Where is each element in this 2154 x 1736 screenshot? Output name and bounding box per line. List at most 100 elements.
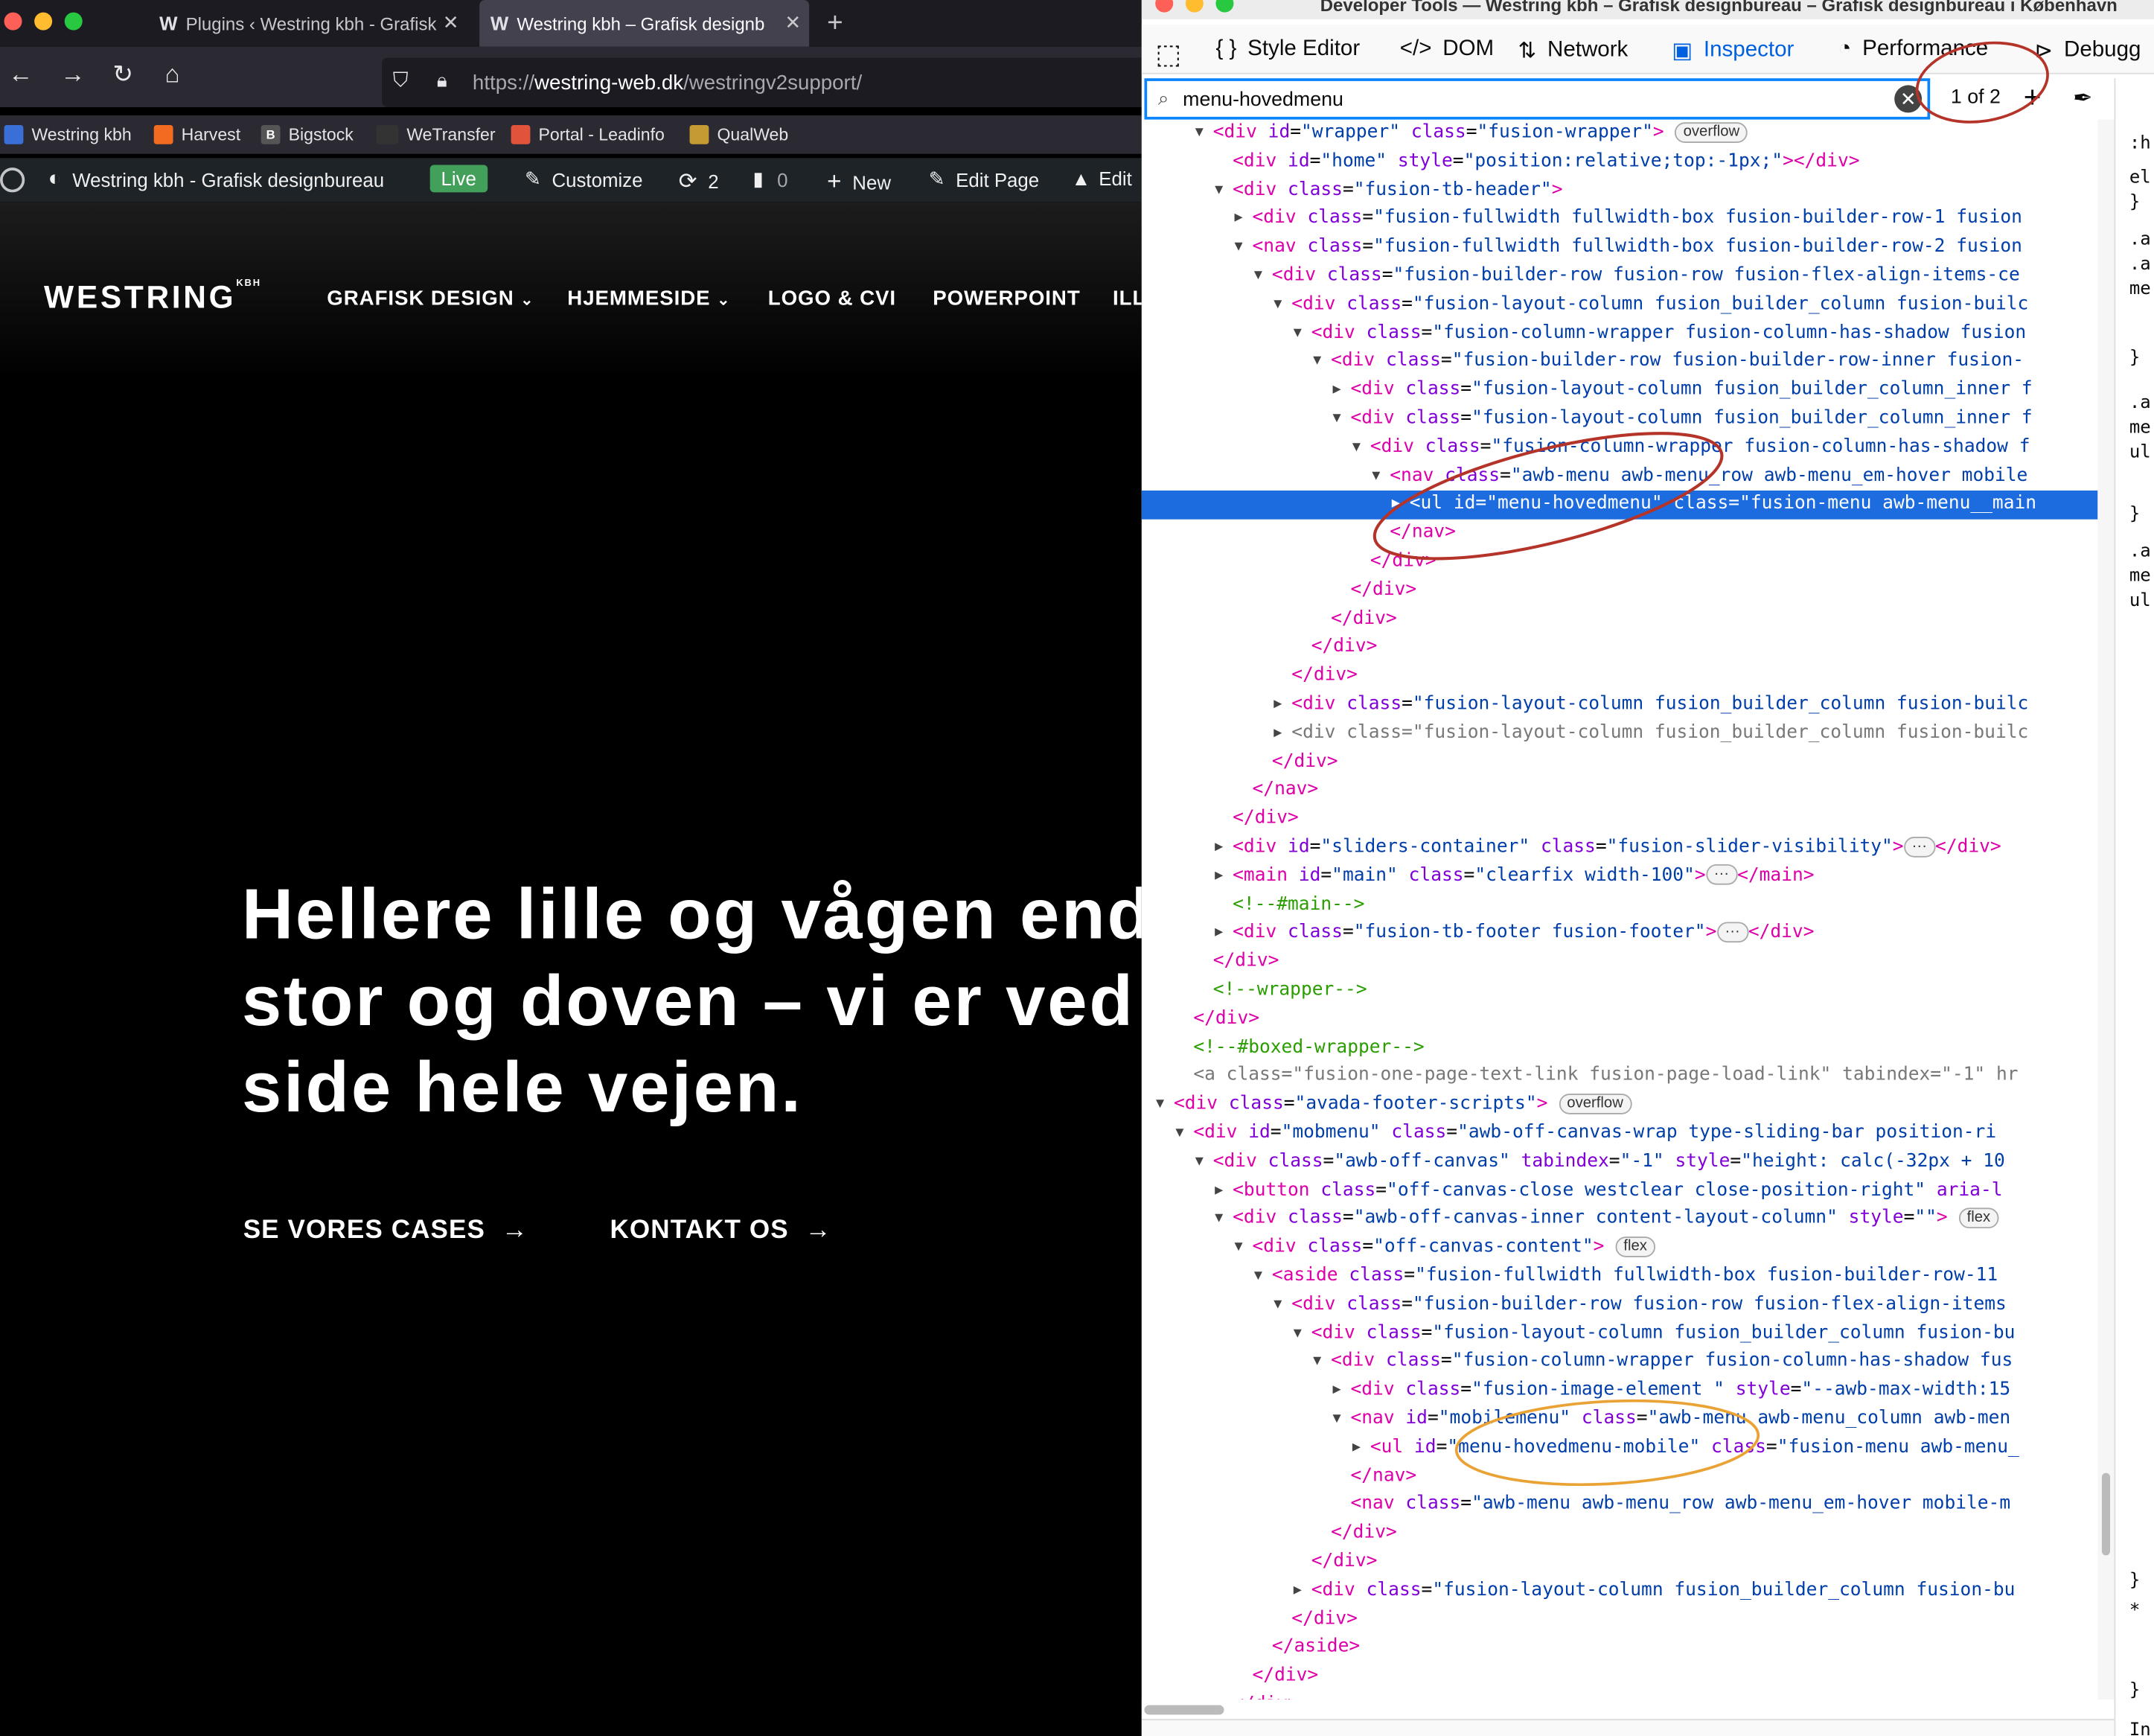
tab-plugins[interactable]: W Plugins ‹ Westring kbh - Grafisk ✕: [148, 0, 467, 47]
maximize-window-icon[interactable]: [1215, 0, 1234, 13]
contact-button[interactable]: KONTAKT OS →: [610, 1216, 831, 1246]
new-tab-icon[interactable]: +: [827, 0, 843, 47]
markup-node-row[interactable]: ▶ <main id="main" class="clearfix width-1…: [1142, 863, 2098, 891]
expanded-twisty-icon[interactable]: ▼: [1294, 1320, 1302, 1348]
menu-item-powerpoint[interactable]: POWERPOINT: [933, 287, 1080, 310]
markup-node-row[interactable]: ▼ <div class="awb-off-canvas-inner conten…: [1142, 1205, 2098, 1234]
collapsed-twisty-icon[interactable]: ▶: [1215, 919, 1223, 948]
markup-node-row[interactable]: </nav>: [1142, 520, 2098, 548]
expanded-twisty-icon[interactable]: ▼: [1294, 319, 1302, 348]
tab-debugger[interactable]: ⊳ Debugg: [2034, 37, 2141, 65]
markup-node-row[interactable]: </div>: [1142, 1548, 2098, 1577]
markup-node-row[interactable]: <!--#main-->: [1142, 891, 2098, 919]
markup-node-row[interactable]: <nav class="awb-menu awb-menu_row awb-me…: [1142, 1491, 2098, 1519]
bookmark-wetransfer[interactable]: WeTransfer: [376, 124, 496, 144]
back-icon[interactable]: ←: [8, 60, 33, 89]
close-window-icon[interactable]: [4, 12, 22, 31]
markup-node-row[interactable]: ▼ <div class="fusion-column-wrapper fusio…: [1142, 434, 2098, 462]
shield-icon[interactable]: ⛉: [393, 68, 409, 92]
url-text[interactable]: https://westring-web.dk/westringv2suppor…: [473, 71, 862, 95]
collapsed-twisty-icon[interactable]: ▶: [1215, 834, 1223, 862]
lock-icon[interactable]: 🔒︎: [437, 68, 447, 92]
markup-node-row[interactable]: </div>: [1142, 634, 2098, 663]
expanded-twisty-icon[interactable]: ▼: [1273, 291, 1282, 319]
markup-node-row[interactable]: ▶ <div class="fusion-fullwidth fullwidth-…: [1142, 205, 2098, 234]
live-badge[interactable]: Live: [429, 165, 488, 193]
markup-node-row[interactable]: ▼ <div id="mobmenu" class="awb-off-canvas…: [1142, 1120, 2098, 1148]
element-picker-icon[interactable]: ⬚: [1155, 37, 1181, 71]
minimize-window-icon[interactable]: [1185, 0, 1204, 13]
home-icon[interactable]: ⌂: [164, 60, 179, 89]
markup-node-row[interactable]: ▼ <div class="fusion-tb-header">: [1142, 176, 2098, 205]
menu-item-grafisk-design[interactable]: GRAFISK DESIGN ⌄: [327, 287, 534, 310]
bookmark-bigstock[interactable]: B Bigstock: [261, 124, 354, 144]
expanded-twisty-icon[interactable]: ▼: [1235, 234, 1243, 262]
collapsed-twisty-icon[interactable]: ▶: [1273, 691, 1282, 719]
scroll-thumb[interactable]: [1144, 1705, 1224, 1715]
menu-item-hjemmeside[interactable]: HJEMMESIDE ⌄: [567, 287, 730, 310]
collapsed-twisty-icon[interactable]: ▶: [1273, 720, 1282, 748]
expanded-twisty-icon[interactable]: ▼: [1313, 348, 1321, 377]
expanded-twisty-icon[interactable]: ▼: [1215, 1205, 1223, 1234]
site-logo[interactable]: WESTRINGKBH: [44, 279, 261, 316]
wp-customize[interactable]: ✎ Customize: [525, 167, 642, 191]
expanded-twisty-icon[interactable]: ▼: [1333, 1405, 1341, 1434]
expanded-twisty-icon[interactable]: ▼: [1352, 434, 1361, 462]
markup-node-row[interactable]: </div>: [1142, 948, 2098, 977]
menu-item-logo-cvi[interactable]: LOGO & CVI: [768, 287, 896, 310]
markup-node-row[interactable]: </div>: [1142, 1520, 2098, 1548]
tree-vertical-scrollbar[interactable]: [2097, 119, 2115, 1700]
markup-node-row[interactable]: ▶ <div id="sliders-container" class="fusi…: [1142, 834, 2098, 862]
markup-node-row[interactable]: ▼ <div class="fusion-builder-row fusion-r…: [1142, 263, 2098, 291]
collapsed-twisty-icon[interactable]: ▶: [1215, 1177, 1223, 1205]
tab-performance[interactable]: ◔ Performance: [1838, 37, 1989, 62]
markup-node-row[interactable]: </div>: [1142, 1691, 2098, 1700]
bookmark-harvest[interactable]: Harvest: [153, 124, 240, 144]
markup-tree[interactable]: ▼ <div id="wrapper" class="fusion-wrapper…: [1141, 120, 2098, 1700]
markup-node-row[interactable]: ▶ <div class="fusion-layout-column fusion…: [1142, 720, 2098, 748]
expanded-twisty-icon[interactable]: ▼: [1313, 1348, 1321, 1376]
markup-node-row[interactable]: ▶ <ul id="menu-hovedmenu" class="fusion-m…: [1141, 491, 2098, 520]
markup-node-row[interactable]: ▶ <div class="fusion-layout-column fusion…: [1142, 691, 2098, 719]
markup-node-row[interactable]: </div>: [1142, 1006, 2098, 1034]
markup-node-row[interactable]: ▶ <div class="fusion-layout-column fusion…: [1142, 1577, 2098, 1605]
expanded-twisty-icon[interactable]: ▼: [1215, 176, 1223, 205]
expanded-twisty-icon[interactable]: ▼: [1333, 405, 1341, 433]
collapsed-twisty-icon[interactable]: ▶: [1352, 1435, 1361, 1463]
markup-node-row[interactable]: ▶ <button class="off-canvas-close westcle…: [1142, 1177, 2098, 1205]
markup-node-row[interactable]: </nav>: [1142, 1463, 2098, 1491]
close-tab-icon[interactable]: ✕: [443, 11, 459, 34]
expanded-twisty-icon[interactable]: ▼: [1156, 1091, 1164, 1120]
markup-node-row[interactable]: ▼ <nav class="fusion-fullwidth fullwidth-…: [1142, 234, 2098, 262]
wp-site-name[interactable]: ◐ Westring kbh - Grafisk designbureau: [48, 167, 385, 192]
expanded-twisty-icon[interactable]: ▼: [1235, 1234, 1243, 1263]
markup-node-row[interactable]: ▼ <div class="fusion-layout-column fusion…: [1142, 291, 2098, 319]
tab-network[interactable]: ⇅ Network: [1518, 37, 1628, 65]
wp-edit-page[interactable]: ✎ Edit Page: [929, 167, 1039, 191]
wp-comments[interactable]: ▮ 0: [752, 167, 787, 191]
html-search-input[interactable]: ⌕ menu-hovedmenu ✕: [1144, 78, 1931, 120]
menu-item-ill[interactable]: ILL: [1113, 287, 1142, 310]
markup-node-row[interactable]: </div>: [1142, 1663, 2098, 1691]
collapsed-twisty-icon[interactable]: ▶: [1235, 205, 1243, 234]
expanded-twisty-icon[interactable]: ▼: [1175, 1120, 1183, 1148]
bookmark-qualweb[interactable]: QualWeb: [689, 124, 788, 144]
tree-horizontal-scrollbar[interactable]: [1141, 1700, 2098, 1719]
markup-node-row[interactable]: </aside>: [1142, 1634, 2098, 1662]
markup-node-row[interactable]: ▼ <div class="off-canvas-content"> flex: [1142, 1234, 2098, 1263]
markup-node-row[interactable]: ▼ <div class="fusion-column-wrapper fusio…: [1142, 1348, 2098, 1376]
markup-node-row[interactable]: ▼ <div class="fusion-layout-column fusion…: [1142, 405, 2098, 433]
expanded-twisty-icon[interactable]: ▼: [1195, 120, 1204, 148]
wp-edit-avada[interactable]: ▲ Edit: [1072, 167, 1132, 190]
tab-style-editor[interactable]: { } Style Editor: [1215, 37, 1360, 62]
collapsed-twisty-icon[interactable]: ▶: [1333, 1377, 1341, 1405]
markup-node-row[interactable]: </div>: [1142, 748, 2098, 776]
wp-updates[interactable]: ⟳ 2: [679, 167, 719, 195]
markup-node-row[interactable]: ▶ <ul id="menu-hovedmenu-mobile" class="f…: [1142, 1435, 2098, 1463]
markup-node-row[interactable]: ▼ <nav class="awb-menu awb-menu_row awb-m…: [1142, 462, 2098, 491]
maximize-window-icon[interactable]: [64, 12, 83, 31]
bookmark-westring[interactable]: Westring kbh: [4, 124, 132, 144]
close-window-icon[interactable]: [1155, 0, 1174, 13]
markup-node-row[interactable]: ▶ <div class="fusion-layout-column fusion…: [1142, 377, 2098, 405]
expanded-twisty-icon[interactable]: ▼: [1254, 263, 1262, 291]
